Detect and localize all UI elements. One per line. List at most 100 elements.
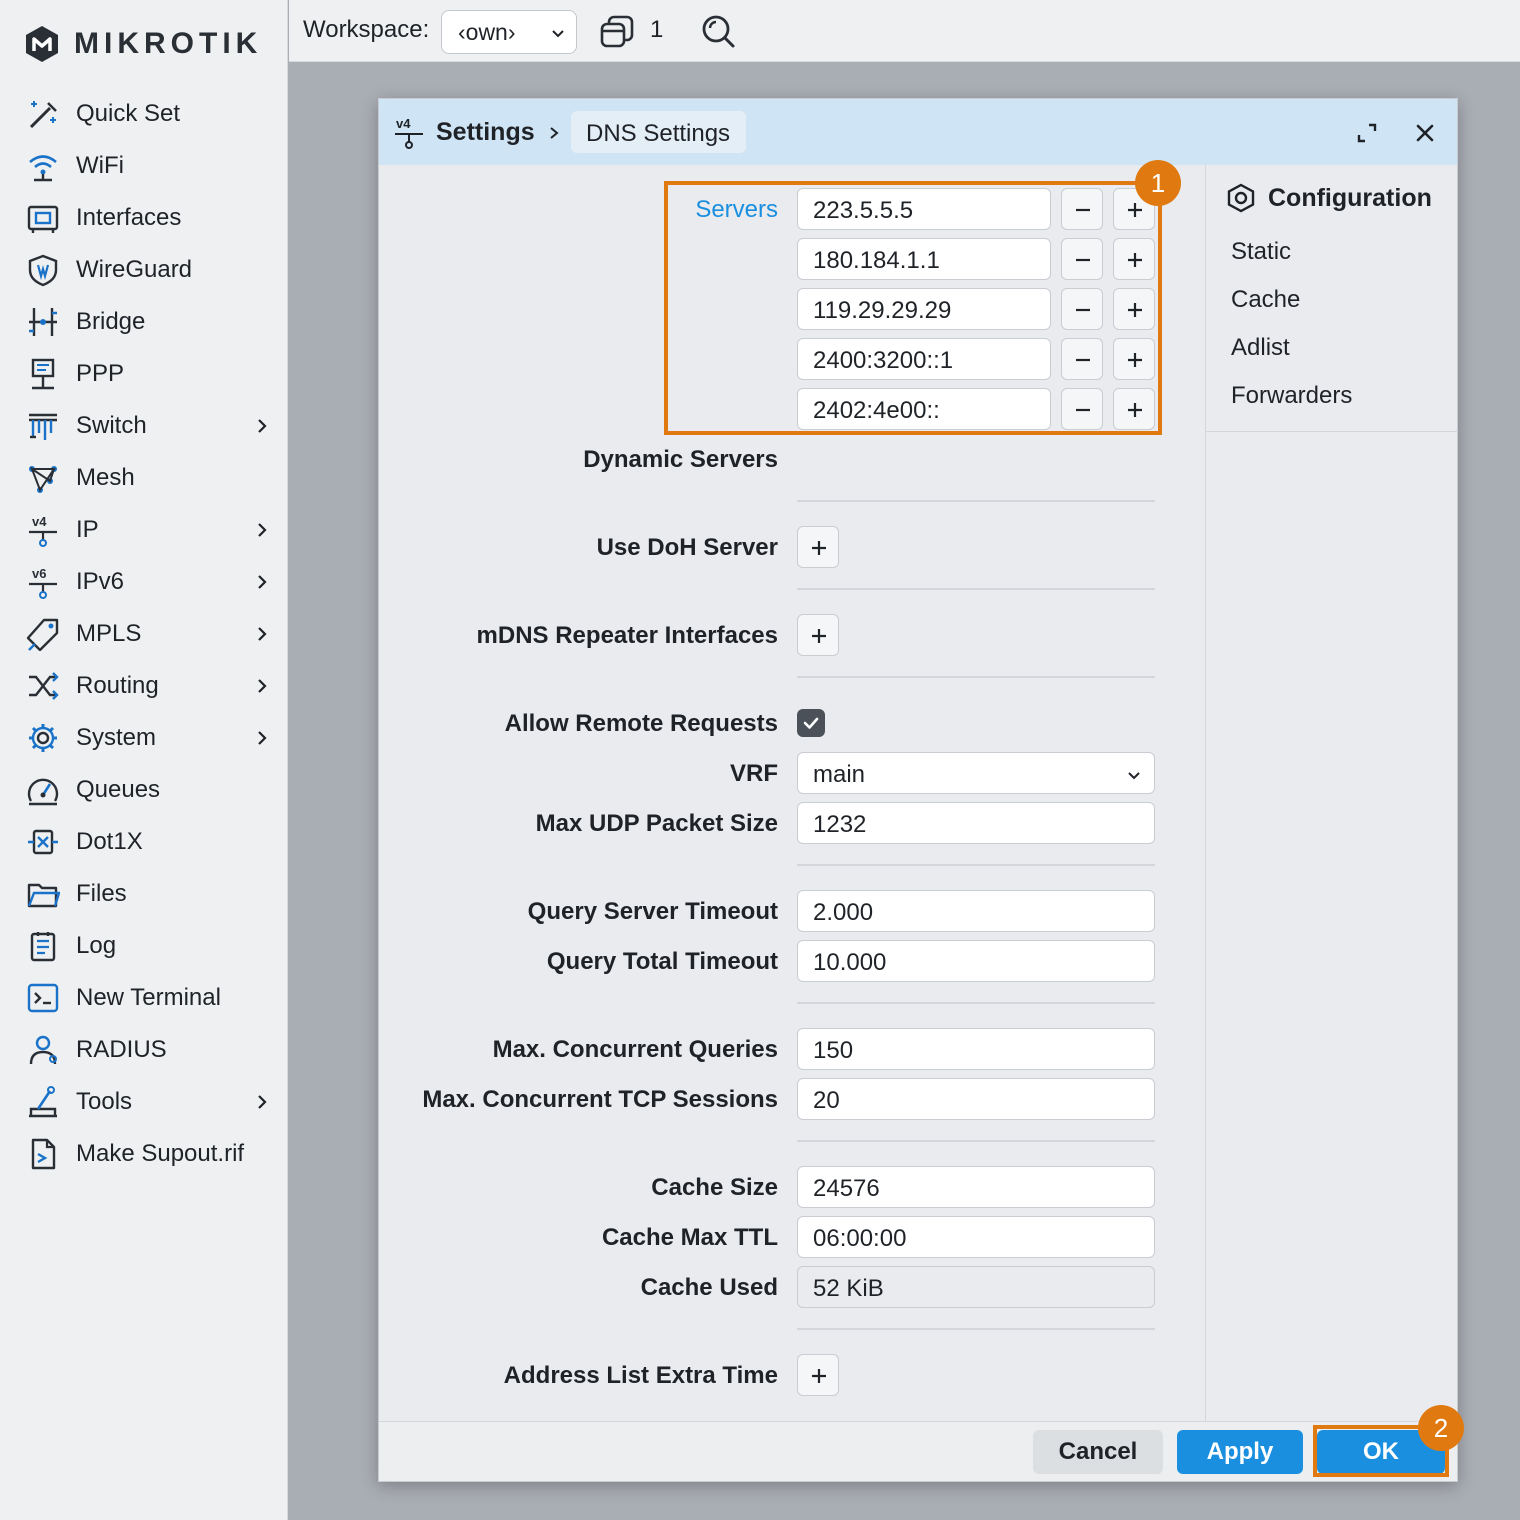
sidebar-item-mesh[interactable]: Mesh — [0, 452, 288, 504]
chevron-down-icon — [552, 30, 564, 38]
allow-remote-label: Allow Remote Requests — [504, 710, 778, 737]
sidebar-item-ip[interactable]: v4 IP — [0, 504, 288, 556]
check-icon — [803, 717, 819, 729]
close-icon[interactable] — [1413, 121, 1437, 145]
query-server-timeout-label: Query Server Timeout — [527, 898, 778, 925]
sidebar-item-label: New Terminal — [76, 984, 221, 1011]
sidebar-item-quick-set[interactable]: Quick Set — [0, 88, 288, 140]
tools-icon — [24, 1083, 62, 1121]
ipv6-icon: v6 — [24, 563, 62, 601]
add-mdns-interface-button[interactable] — [797, 614, 839, 656]
terminal-icon — [24, 979, 62, 1017]
windows-stack-icon[interactable] — [599, 14, 635, 50]
max-udp-label: Max UDP Packet Size — [535, 810, 778, 837]
sidebar-item-label: RADIUS — [76, 1036, 167, 1063]
sidebar-item-label: Tools — [76, 1088, 133, 1115]
breadcrumb-dns-settings[interactable]: DNS Settings — [571, 111, 747, 153]
sidebar-item-label: System — [76, 724, 157, 751]
cancel-button[interactable]: Cancel — [1033, 1430, 1163, 1474]
query-server-timeout-input[interactable]: 2.000 — [797, 890, 1155, 932]
sidebar-item-label: PPP — [76, 360, 125, 387]
max-concurrent-queries-label: Max. Concurrent Queries — [492, 1036, 778, 1063]
sidebar-item-new-terminal[interactable]: New Terminal — [0, 972, 288, 1024]
step-badge-1: 1 — [1135, 160, 1181, 206]
add-doh-server-button[interactable] — [797, 526, 839, 568]
configuration-heading: Configuration — [1226, 183, 1432, 213]
folder-icon — [24, 875, 62, 913]
mdns-repeater-label: mDNS Repeater Interfaces — [476, 622, 778, 649]
divider — [797, 500, 1155, 502]
vrf-label: VRF — [730, 760, 778, 787]
sidebar-item-mpls[interactable]: MPLS — [0, 608, 288, 660]
divider — [1206, 431, 1458, 432]
chevron-right-icon — [258, 731, 267, 745]
sidebar-item-dot1x[interactable]: Dot1X — [0, 816, 288, 868]
expand-icon[interactable] — [1355, 121, 1379, 145]
add-address-list-extra-button[interactable] — [797, 1354, 839, 1396]
vrf-select[interactable]: main — [797, 752, 1155, 794]
configuration-panel: Configuration Static Cache Adlist Forwar… — [1205, 165, 1458, 1421]
routing-arrows-icon — [24, 667, 62, 705]
cache-used-label: Cache Used — [640, 1274, 778, 1301]
radius-user-icon — [24, 1031, 62, 1069]
query-total-timeout-input[interactable]: 10.000 — [797, 940, 1155, 982]
sidebar-item-files[interactable]: Files — [0, 868, 288, 920]
sidebar-item-queues[interactable]: Queues — [0, 764, 288, 816]
dot1x-icon — [24, 823, 62, 861]
cache-size-input[interactable]: 24576 — [797, 1166, 1155, 1208]
sidebar-item-wireguard[interactable]: WireGuard — [0, 244, 288, 296]
workspace-label: Workspace: — [303, 16, 430, 43]
sidebar-item-label: WireGuard — [76, 256, 193, 283]
sidebar-item-label: IPv6 — [76, 568, 125, 595]
dynamic-servers-label: Dynamic Servers — [583, 446, 778, 473]
configuration-title: Configuration — [1268, 183, 1432, 212]
chevron-right-icon — [550, 127, 559, 139]
allow-remote-checkbox[interactable] — [797, 709, 825, 737]
apply-button[interactable]: Apply — [1177, 1430, 1303, 1474]
sidebar-item-label: WiFi — [76, 152, 124, 179]
config-link-forwarders[interactable]: Forwarders — [1231, 382, 1352, 410]
max-udp-input[interactable]: 1232 — [797, 802, 1155, 844]
cache-max-ttl-label: Cache Max TTL — [601, 1224, 778, 1251]
sidebar-item-routing[interactable]: Routing — [0, 660, 288, 712]
divider — [797, 1140, 1155, 1142]
sidebar-item-interfaces[interactable]: Interfaces — [0, 192, 288, 244]
sidebar-item-ipv6[interactable]: v6 IPv6 — [0, 556, 288, 608]
sidebar-item-label: Files — [76, 880, 127, 907]
sidebar-item-bridge[interactable]: Bridge — [0, 296, 288, 348]
config-link-adlist[interactable]: Adlist — [1231, 334, 1290, 362]
sidebar-item-wifi[interactable]: WiFi — [0, 140, 288, 192]
sidebar-item-system[interactable]: System — [0, 712, 288, 764]
servers-highlight — [664, 181, 1162, 435]
workspace-select[interactable]: ‹own› — [441, 10, 577, 54]
breadcrumb-settings[interactable]: Settings — [436, 118, 535, 147]
max-tcp-sessions-label: Max. Concurrent TCP Sessions — [422, 1086, 778, 1113]
config-link-cache[interactable]: Cache — [1231, 286, 1300, 314]
logo: MIKROTIK — [22, 22, 262, 66]
max-concurrent-queries-input[interactable]: 150 — [797, 1028, 1155, 1070]
sidebar-item-ppp[interactable]: PPP — [0, 348, 288, 400]
dialog-header: v4 Settings DNS Settings — [379, 99, 1457, 165]
search-icon[interactable] — [699, 12, 737, 50]
sidebar-item-label: Dot1X — [76, 828, 143, 855]
sidebar-item-label: Quick Set — [76, 100, 181, 127]
use-doh-label: Use DoH Server — [596, 534, 778, 561]
sidebar-item-make-supout-rif[interactable]: Make Supout.rif — [0, 1128, 288, 1180]
sidebar-item-log[interactable]: Log — [0, 920, 288, 972]
sidebar-item-tools[interactable]: Tools — [0, 1076, 288, 1128]
file-export-icon — [24, 1135, 62, 1173]
workspace-value: ‹own› — [458, 19, 516, 45]
cache-max-ttl-input[interactable]: 06:00:00 — [797, 1216, 1155, 1258]
chevron-right-icon — [258, 679, 267, 693]
config-link-static[interactable]: Static — [1231, 238, 1291, 266]
sidebar-item-label: Mesh — [76, 464, 135, 491]
address-list-extra-label: Address List Extra Time — [503, 1362, 778, 1389]
svg-text:v4: v4 — [396, 116, 411, 131]
sidebar-item-switch[interactable]: Switch — [0, 400, 288, 452]
dns-settings-dialog: v4 Settings DNS Settings Configuration S… — [378, 98, 1464, 1482]
sidebar-item-label: Log — [76, 932, 117, 959]
sidebar-item-label: Interfaces — [76, 204, 182, 231]
sidebar-item-label: Routing — [76, 672, 159, 699]
sidebar-item-radius[interactable]: RADIUS — [0, 1024, 288, 1076]
max-tcp-sessions-input[interactable]: 20 — [797, 1078, 1155, 1120]
